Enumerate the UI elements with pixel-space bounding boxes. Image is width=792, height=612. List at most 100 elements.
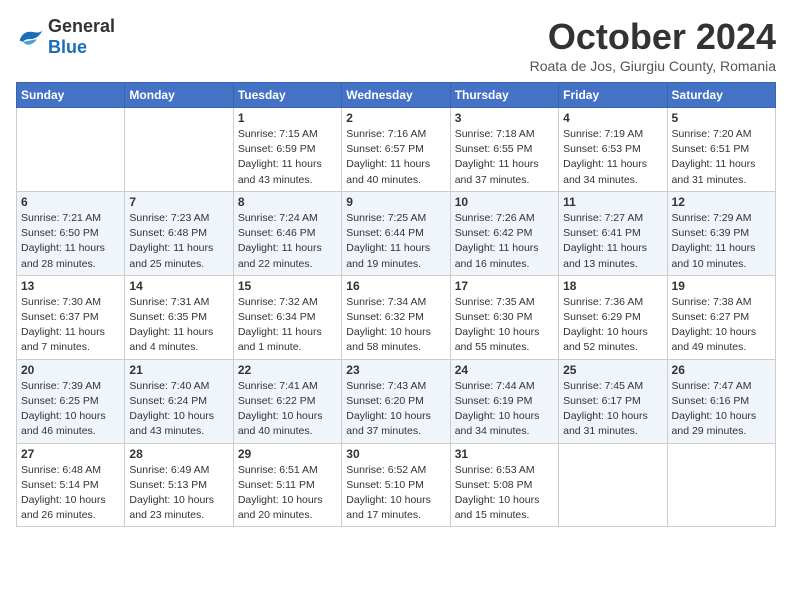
sunset-text: Sunset: 5:13 PM <box>129 478 228 493</box>
calendar-week-row: 6Sunrise: 7:21 AMSunset: 6:50 PMDaylight… <box>17 191 776 275</box>
daylight-text: Daylight: 11 hours and 34 minutes. <box>563 157 662 187</box>
calendar-cell: 30 Sunrise: 6:52 AMSunset: 5:10 PMDayligh… <box>342 443 450 527</box>
day-info: Sunrise: 7:24 AMSunset: 6:46 PMDaylight:… <box>238 211 337 272</box>
day-number: 10 <box>455 195 554 209</box>
day-info: Sunrise: 7:40 AMSunset: 6:24 PMDaylight:… <box>129 379 228 440</box>
sunrise-text: Sunrise: 7:32 AM <box>238 295 337 310</box>
logo-icon <box>16 26 44 48</box>
day-info: Sunrise: 7:21 AMSunset: 6:50 PMDaylight:… <box>21 211 120 272</box>
day-number: 17 <box>455 279 554 293</box>
sunset-text: Sunset: 6:34 PM <box>238 310 337 325</box>
calendar-cell: 8Sunrise: 7:24 AMSunset: 6:46 PMDaylight… <box>233 191 341 275</box>
calendar-cell: 1 Sunrise: 7:15 AMSunset: 6:59 PMDaylight… <box>233 108 341 192</box>
sunrise-text: Sunrise: 7:35 AM <box>455 295 554 310</box>
day-number: 27 <box>21 447 120 461</box>
daylight-text: Daylight: 11 hours and 10 minutes. <box>672 241 771 271</box>
daylight-text: Daylight: 10 hours and 26 minutes. <box>21 493 120 523</box>
day-info: Sunrise: 7:32 AMSunset: 6:34 PMDaylight:… <box>238 295 337 356</box>
daylight-text: Daylight: 10 hours and 52 minutes. <box>563 325 662 355</box>
sunrise-text: Sunrise: 6:51 AM <box>238 463 337 478</box>
day-info: Sunrise: 7:38 AMSunset: 6:27 PMDaylight:… <box>672 295 771 356</box>
calendar-cell: 23Sunrise: 7:43 AMSunset: 6:20 PMDayligh… <box>342 359 450 443</box>
sunrise-text: Sunrise: 7:19 AM <box>563 127 662 142</box>
day-number: 30 <box>346 447 445 461</box>
day-of-week-header: Friday <box>559 83 667 108</box>
day-number: 1 <box>238 111 337 125</box>
day-info: Sunrise: 7:44 AMSunset: 6:19 PMDaylight:… <box>455 379 554 440</box>
sunset-text: Sunset: 6:29 PM <box>563 310 662 325</box>
day-info: Sunrise: 7:25 AMSunset: 6:44 PMDaylight:… <box>346 211 445 272</box>
calendar-cell: 16Sunrise: 7:34 AMSunset: 6:32 PMDayligh… <box>342 275 450 359</box>
day-info: Sunrise: 6:52 AMSunset: 5:10 PMDaylight:… <box>346 463 445 524</box>
day-info: Sunrise: 7:16 AMSunset: 6:57 PMDaylight:… <box>346 127 445 188</box>
sunrise-text: Sunrise: 7:38 AM <box>672 295 771 310</box>
day-info: Sunrise: 7:47 AMSunset: 6:16 PMDaylight:… <box>672 379 771 440</box>
daylight-text: Daylight: 10 hours and 58 minutes. <box>346 325 445 355</box>
day-number: 18 <box>563 279 662 293</box>
day-of-week-header: Tuesday <box>233 83 341 108</box>
sunrise-text: Sunrise: 7:47 AM <box>672 379 771 394</box>
sunset-text: Sunset: 6:20 PM <box>346 394 445 409</box>
calendar-cell: 31 Sunrise: 6:53 AMSunset: 5:08 PMDayligh… <box>450 443 558 527</box>
sunrise-text: Sunrise: 7:45 AM <box>563 379 662 394</box>
sunrise-text: Sunrise: 6:48 AM <box>21 463 120 478</box>
day-number: 29 <box>238 447 337 461</box>
sunset-text: Sunset: 6:16 PM <box>672 394 771 409</box>
day-info: Sunrise: 7:23 AMSunset: 6:48 PMDaylight:… <box>129 211 228 272</box>
daylight-text: Daylight: 11 hours and 13 minutes. <box>563 241 662 271</box>
sunset-text: Sunset: 5:11 PM <box>238 478 337 493</box>
daylight-text: Daylight: 10 hours and 15 minutes. <box>455 493 554 523</box>
month-title: October 2024 <box>530 16 776 58</box>
calendar-cell: 28Sunrise: 6:49 AMSunset: 5:13 PMDayligh… <box>125 443 233 527</box>
daylight-text: Daylight: 11 hours and 19 minutes. <box>346 241 445 271</box>
sunrise-text: Sunrise: 7:23 AM <box>129 211 228 226</box>
sunrise-text: Sunrise: 7:43 AM <box>346 379 445 394</box>
sunrise-text: Sunrise: 7:39 AM <box>21 379 120 394</box>
calendar-cell: 19 Sunrise: 7:38 AMSunset: 6:27 PMDayligh… <box>667 275 775 359</box>
day-info: Sunrise: 7:43 AMSunset: 6:20 PMDaylight:… <box>346 379 445 440</box>
calendar-cell: 22Sunrise: 7:41 AMSunset: 6:22 PMDayligh… <box>233 359 341 443</box>
day-number: 15 <box>238 279 337 293</box>
daylight-text: Daylight: 10 hours and 29 minutes. <box>672 409 771 439</box>
day-of-week-header: Saturday <box>667 83 775 108</box>
calendar-cell: 21 Sunrise: 7:40 AMSunset: 6:24 PMDayligh… <box>125 359 233 443</box>
day-info: Sunrise: 7:35 AMSunset: 6:30 PMDaylight:… <box>455 295 554 356</box>
day-info: Sunrise: 7:26 AMSunset: 6:42 PMDaylight:… <box>455 211 554 272</box>
daylight-text: Daylight: 11 hours and 31 minutes. <box>672 157 771 187</box>
day-info: Sunrise: 6:53 AMSunset: 5:08 PMDaylight:… <box>455 463 554 524</box>
day-number: 19 <box>672 279 771 293</box>
logo-general: General <box>48 16 115 36</box>
day-number: 31 <box>455 447 554 461</box>
sunrise-text: Sunrise: 7:44 AM <box>455 379 554 394</box>
calendar-week-row: 20Sunrise: 7:39 AMSunset: 6:25 PMDayligh… <box>17 359 776 443</box>
sunrise-text: Sunrise: 7:30 AM <box>21 295 120 310</box>
sunrise-text: Sunrise: 7:31 AM <box>129 295 228 310</box>
daylight-text: Daylight: 11 hours and 4 minutes. <box>129 325 228 355</box>
calendar-header-row: SundayMondayTuesdayWednesdayThursdayFrid… <box>17 83 776 108</box>
day-info: Sunrise: 7:18 AMSunset: 6:55 PMDaylight:… <box>455 127 554 188</box>
sunrise-text: Sunrise: 7:34 AM <box>346 295 445 310</box>
daylight-text: Daylight: 10 hours and 37 minutes. <box>346 409 445 439</box>
daylight-text: Daylight: 11 hours and 1 minute. <box>238 325 337 355</box>
day-info: Sunrise: 6:51 AMSunset: 5:11 PMDaylight:… <box>238 463 337 524</box>
daylight-text: Daylight: 11 hours and 28 minutes. <box>21 241 120 271</box>
day-info: Sunrise: 6:48 AMSunset: 5:14 PMDaylight:… <box>21 463 120 524</box>
day-number: 2 <box>346 111 445 125</box>
calendar-cell: 18Sunrise: 7:36 AMSunset: 6:29 PMDayligh… <box>559 275 667 359</box>
day-number: 21 <box>129 363 228 377</box>
calendar-cell: 11Sunrise: 7:27 AMSunset: 6:41 PMDayligh… <box>559 191 667 275</box>
location-title: Roata de Jos, Giurgiu County, Romania <box>530 58 776 74</box>
day-info: Sunrise: 7:34 AMSunset: 6:32 PMDaylight:… <box>346 295 445 356</box>
sunset-text: Sunset: 6:50 PM <box>21 226 120 241</box>
calendar-table: SundayMondayTuesdayWednesdayThursdayFrid… <box>16 82 776 527</box>
daylight-text: Daylight: 10 hours and 40 minutes. <box>238 409 337 439</box>
day-number: 22 <box>238 363 337 377</box>
day-info: Sunrise: 7:15 AMSunset: 6:59 PMDaylight:… <box>238 127 337 188</box>
logo-text: General Blue <box>48 16 115 58</box>
sunset-text: Sunset: 6:51 PM <box>672 142 771 157</box>
sunset-text: Sunset: 6:32 PM <box>346 310 445 325</box>
sunrise-text: Sunrise: 7:16 AM <box>346 127 445 142</box>
sunrise-text: Sunrise: 7:24 AM <box>238 211 337 226</box>
daylight-text: Daylight: 10 hours and 43 minutes. <box>129 409 228 439</box>
calendar-cell: 5Sunrise: 7:20 AMSunset: 6:51 PMDaylight… <box>667 108 775 192</box>
